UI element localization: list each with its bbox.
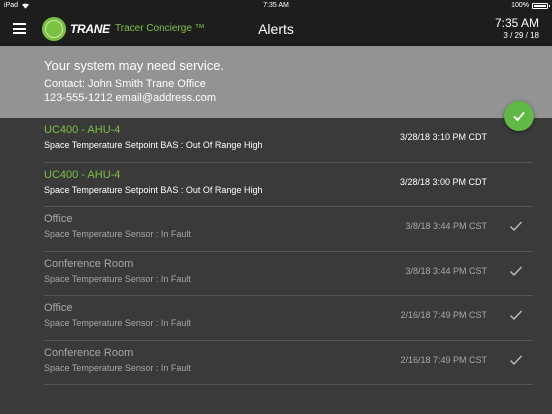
banner-contact: Contact: John Smith Trane Office	[44, 78, 206, 90]
acknowledged-check-icon	[510, 355, 523, 365]
alert-description: Space Temperature Sensor : In Fault	[44, 229, 191, 239]
clock: 7:35 AM 3 / 29 / 18	[495, 17, 539, 41]
alert-timestamp: 3/8/18 3:44 PM CST	[405, 221, 487, 231]
alert-row[interactable]: UC400 - AHU-4 Space Temperature Setpoint…	[44, 118, 533, 163]
product-name: Tracer Concierge ™	[115, 23, 205, 34]
status-time: 7:35 AM	[263, 2, 289, 9]
clock-time: 7:35 AM	[494, 16, 539, 30]
alert-name: Conference Room	[44, 257, 134, 270]
banner-phone: 123-555-1212 email@address.com	[44, 92, 216, 104]
alert-row[interactable]: Conference Room Space Temperature Sensor…	[44, 252, 533, 296]
alert-name: Office	[44, 302, 73, 314]
status-bar: iPad 7:35 AM 100%	[0, 0, 552, 12]
alert-description: Space Temperature Sensor : In Fault	[44, 362, 191, 373]
alert-timestamp: 3/28/18 3:00 PM CDT	[399, 176, 487, 187]
alert-description: Space Temperature Setpoint BAS : Out Of …	[44, 140, 263, 150]
alert-timestamp: 3/28/18 3:10 PM CDT	[399, 132, 487, 142]
alert-description: Space Temperature Sensor : In Fault	[44, 273, 191, 284]
alert-timestamp: 2/16/18 7:49 PM CST	[400, 354, 487, 365]
battery-icon	[532, 2, 550, 9]
clock-date: 3 / 29 / 18	[503, 31, 539, 40]
alert-name: UC400 - AHU-4	[44, 124, 121, 136]
alert-list: UC400 - AHU-4 Space Temperature Setpoint…	[44, 118, 533, 385]
alert-row[interactable]: Office Space Temperature Sensor : In Fau…	[44, 296, 533, 341]
banner-headline: Your system may need service.	[44, 58, 225, 73]
alert-row[interactable]: Conference Room Space Temperature Sensor…	[44, 341, 533, 385]
alert-row[interactable]: Office Space Temperature Sensor : In Fau…	[44, 207, 533, 252]
alert-name: Office	[44, 213, 73, 225]
alert-timestamp: 2/16/18 7:49 PM CST	[400, 310, 487, 320]
service-banner: Your system may need service. Contact: J…	[0, 46, 552, 118]
alert-description: Space Temperature Sensor : In Fault	[44, 318, 191, 328]
trane-logo-icon	[42, 17, 66, 41]
alert-timestamp: 3/8/18 3:44 PM CST	[405, 265, 487, 276]
alert-description: Space Temperature Setpoint BAS : Out Of …	[44, 184, 263, 195]
battery-percent: 100%	[511, 2, 529, 9]
acknowledged-check-icon	[510, 266, 523, 276]
acknowledged-check-icon	[510, 310, 523, 321]
logo-text: TRANE	[70, 22, 110, 36]
alert-name: Conference Room	[44, 346, 134, 359]
acknowledged-check-icon	[510, 221, 523, 232]
menu-icon[interactable]	[13, 23, 26, 34]
alert-name: UC400 - AHU-4	[44, 168, 121, 181]
app-bar: TRANE Tracer Concierge ™ Alerts 7:35 AM …	[0, 12, 552, 46]
alert-row[interactable]: UC400 - AHU-4 Space Temperature Setpoint…	[44, 163, 533, 207]
